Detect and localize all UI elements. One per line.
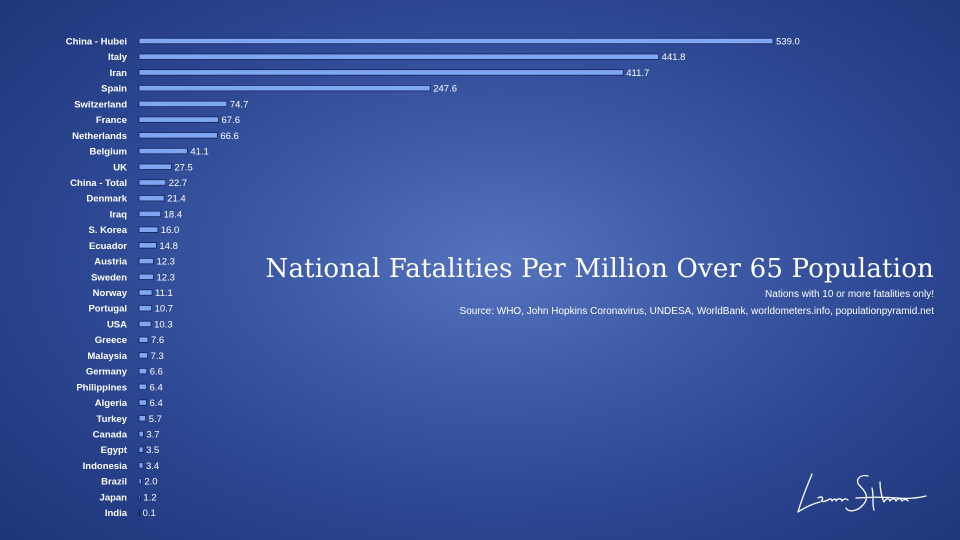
value-label: 41.1	[190, 147, 209, 158]
bar	[138, 242, 157, 249]
bar	[138, 226, 159, 233]
value-label: 22.7	[169, 178, 188, 189]
bar	[138, 430, 144, 438]
bar	[138, 336, 149, 343]
category-label: Indonesia	[83, 461, 128, 472]
value-label: 14.8	[159, 241, 178, 252]
value-label: 539.0	[776, 37, 800, 48]
category-label: Canada	[93, 430, 128, 441]
bar	[138, 147, 188, 155]
category-label: Iraq	[110, 209, 128, 220]
bar	[138, 273, 154, 280]
bar	[138, 509, 141, 516]
category-label: Japan	[100, 492, 128, 503]
value-label: 5.7	[149, 414, 162, 425]
category-label: China - Total	[70, 178, 127, 189]
value-label: 21.4	[167, 194, 186, 205]
category-label: USA	[107, 319, 127, 330]
category-label: Malaysia	[87, 351, 127, 362]
category-label: Austria	[94, 257, 127, 268]
value-label: 18.4	[164, 209, 183, 220]
value-label: 74.7	[230, 99, 249, 110]
chart-subtitle: Nations with 10 or more fatalities only!	[765, 289, 934, 300]
value-label: 11.1	[155, 288, 173, 299]
value-label: 27.5	[174, 162, 193, 173]
bar	[138, 478, 142, 485]
value-label: 16.0	[161, 225, 180, 236]
bar	[138, 100, 228, 108]
category-label: Sweden	[91, 272, 127, 283]
bar	[138, 289, 153, 296]
bar	[138, 69, 624, 76]
bar	[138, 37, 774, 45]
bar	[138, 132, 218, 139]
value-label: 6.4	[150, 398, 163, 409]
bar	[138, 53, 660, 60]
value-label: 441.8	[662, 52, 686, 63]
value-label: 1.2	[143, 492, 156, 503]
category-label: Ecuador	[89, 241, 127, 252]
value-label: 12.3	[156, 257, 175, 268]
category-label: Iran	[110, 68, 128, 79]
bar	[138, 399, 147, 406]
category-label: Netherlands	[72, 131, 127, 142]
category-label: Algeria	[95, 398, 128, 409]
category-label: S. Korea	[88, 225, 127, 236]
category-label: China - Hubei	[66, 37, 127, 48]
category-label: Denmark	[86, 194, 127, 205]
bar	[138, 116, 219, 123]
author-signature	[797, 473, 927, 513]
chart-source: Source: WHO, John Hopkins Coronavirus, U…	[459, 306, 934, 317]
value-label: 3.7	[146, 430, 159, 441]
value-label: 10.7	[155, 304, 174, 315]
category-label: Belgium	[90, 147, 127, 158]
category-label: Egypt	[101, 445, 128, 456]
value-label: 7.6	[151, 335, 164, 346]
category-label: France	[96, 115, 127, 126]
value-label: 2.0	[144, 477, 157, 488]
value-label: 3.5	[146, 445, 159, 456]
bar	[138, 320, 152, 328]
bar	[138, 352, 148, 359]
bar	[138, 305, 152, 312]
chart-title: National Fatalities Per Million Over 65 …	[265, 254, 934, 284]
bar	[138, 493, 141, 501]
category-label: Philippines	[76, 382, 127, 393]
bar	[138, 446, 144, 453]
category-label: Greece	[95, 335, 127, 346]
value-label: 12.3	[156, 272, 175, 283]
value-label: 247.6	[433, 84, 457, 95]
value-label: 0.1	[143, 508, 156, 519]
value-label: 7.3	[151, 351, 164, 362]
value-label: 6.6	[150, 367, 163, 378]
category-label: Spain	[101, 84, 127, 95]
bar	[138, 210, 162, 218]
bar	[138, 163, 172, 170]
bar	[138, 195, 165, 202]
bar	[138, 462, 144, 469]
bar	[138, 383, 147, 390]
bar	[138, 179, 167, 186]
category-label: India	[105, 508, 128, 519]
category-label: Portugal	[88, 304, 127, 315]
bar	[138, 415, 147, 422]
value-label: 67.6	[222, 115, 241, 126]
category-label: UK	[113, 162, 127, 173]
bar	[138, 85, 431, 92]
value-label: 3.4	[146, 461, 159, 472]
category-label: Italy	[108, 52, 128, 63]
value-label: 6.4	[150, 382, 163, 393]
category-label: Switzerland	[74, 99, 127, 110]
category-label: Brazil	[101, 477, 127, 488]
value-label: 10.3	[154, 319, 173, 330]
category-label: Germany	[86, 367, 128, 378]
category-label: Turkey	[97, 414, 128, 425]
value-label: 411.7	[626, 68, 649, 79]
category-label: Norway	[93, 288, 128, 299]
value-label: 66.6	[220, 131, 239, 142]
bar	[138, 257, 154, 265]
bar	[138, 367, 148, 375]
